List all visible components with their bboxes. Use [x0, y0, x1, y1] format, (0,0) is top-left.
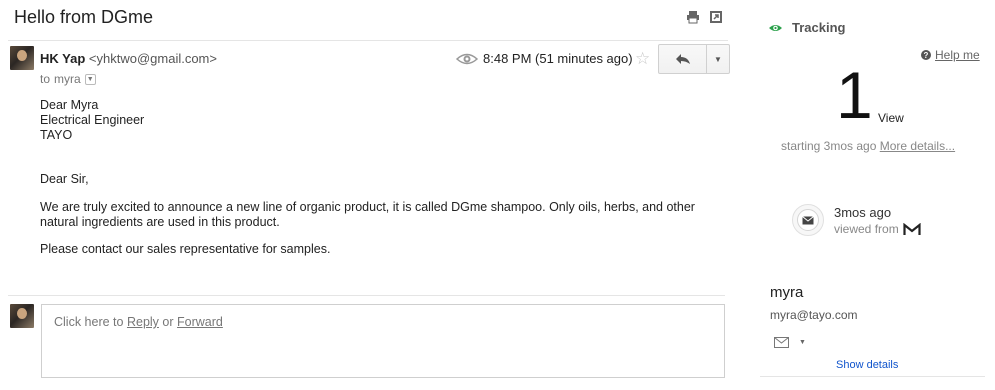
to-prefix: to	[40, 72, 51, 86]
to-name: myra	[54, 72, 81, 86]
eye-icon	[769, 24, 782, 31]
greeting-line: TAYO	[40, 128, 73, 142]
eye-icon	[455, 52, 479, 66]
recipient-line: to myra ▼	[40, 72, 96, 86]
greeting-line: Dear Myra	[40, 98, 99, 112]
body-divider	[8, 295, 725, 296]
contact-name: myra	[770, 284, 804, 301]
views-label: View	[878, 111, 904, 125]
reply-link[interactable]: Reply	[127, 315, 159, 329]
email-timestamp: 8:48 PM (51 minutes ago)	[483, 51, 633, 66]
star-icon[interactable]: ☆	[635, 49, 650, 69]
panel-divider	[760, 376, 985, 377]
or-text: or	[162, 315, 174, 329]
chevron-down-icon[interactable]: ▼	[799, 339, 806, 346]
starting-text: starting 3mos ago	[781, 139, 877, 153]
viewed-from: viewed from	[834, 222, 921, 236]
email-subject: Hello from DGme	[14, 7, 154, 27]
salutation: Dear Sir,	[40, 172, 89, 186]
reply-prompt: Click here to Reply or Forward	[54, 315, 223, 329]
reply-icon	[675, 54, 690, 64]
header-divider	[8, 40, 728, 41]
show-details-link[interactable]: Show details	[836, 359, 898, 371]
sender-email: <yhktwo@gmail.com>	[88, 51, 217, 66]
reply-button[interactable]	[659, 45, 707, 73]
viewed-from-label: viewed from	[834, 222, 899, 236]
sender-avatar[interactable]	[10, 46, 34, 70]
help-icon: ?	[921, 50, 931, 60]
gmail-icon	[903, 222, 921, 235]
new-window-icon[interactable]	[709, 10, 723, 24]
reply-button-group: ▼	[658, 44, 730, 74]
email-body: Dear Myra Electrical Engineer TAYO Dear …	[40, 98, 730, 257]
forward-link[interactable]: Forward	[177, 315, 223, 329]
reply-prefix: Click here to	[54, 315, 124, 329]
more-actions-button[interactable]: ▼	[707, 45, 729, 73]
contact-email: myra@tayo.com	[770, 308, 858, 322]
print-icon[interactable]	[686, 10, 700, 24]
tracking-title: Tracking	[792, 20, 846, 35]
tracking-start: starting 3mos ago More details...	[781, 139, 955, 153]
sender-line: HK Yap <yhktwo@gmail.com>	[40, 51, 217, 66]
mail-icon	[792, 204, 824, 236]
user-avatar	[10, 304, 34, 328]
help-label[interactable]: Help me	[935, 48, 980, 62]
help-link[interactable]: ? Help me	[921, 48, 980, 62]
last-view-time: 3mos ago	[834, 205, 892, 220]
contact-actions: ▼	[774, 337, 806, 348]
reply-box[interactable]: Click here to Reply or Forward	[41, 304, 725, 378]
chevron-down-icon[interactable]: ▼	[84, 73, 96, 85]
greeting-line: Electrical Engineer	[40, 113, 145, 127]
envelope-icon[interactable]	[774, 337, 789, 348]
body-paragraph: We are truly excited to announce a new l…	[40, 200, 695, 229]
sender-name[interactable]: HK Yap	[40, 51, 85, 66]
top-actions	[686, 10, 723, 24]
views-count: 1	[836, 58, 873, 132]
more-details-link[interactable]: More details...	[880, 139, 955, 153]
tracking-header: Tracking	[768, 20, 845, 35]
body-paragraph: Please contact our sales representative …	[40, 242, 331, 256]
